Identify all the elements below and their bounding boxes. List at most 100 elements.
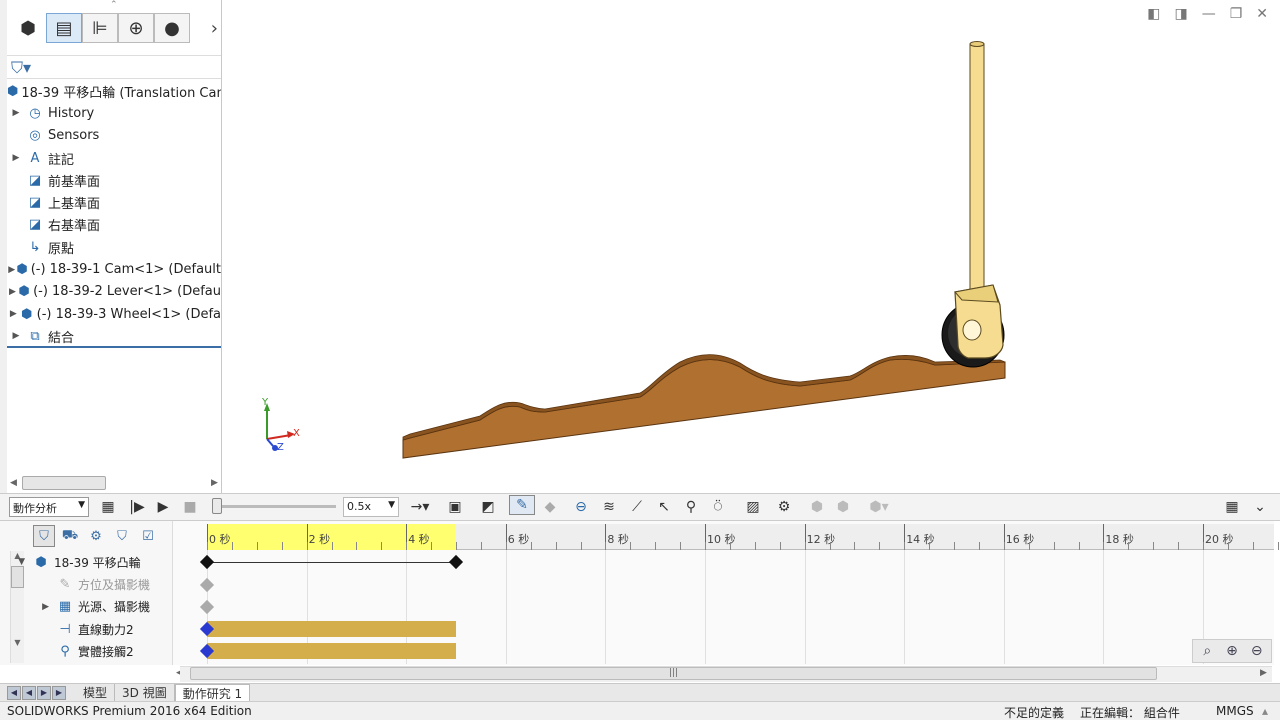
- add-key-icon[interactable]: ◆: [539, 497, 561, 517]
- units-status[interactable]: MMGS: [1216, 704, 1254, 718]
- zoom-in-icon[interactable]: ⊕: [1222, 641, 1243, 661]
- tree-item[interactable]: ▶ A 註記: [7, 147, 221, 169]
- expand-arrow-icon[interactable]: ▼: [7, 557, 31, 567]
- stop-icon[interactable]: ■: [180, 497, 200, 517]
- table-view-icon[interactable]: ▦: [1221, 497, 1243, 517]
- panel-resize-strip[interactable]: [0, 0, 7, 493]
- spring-icon[interactable]: ≋: [598, 497, 620, 517]
- expand-arrow-icon[interactable]: ▶: [7, 309, 20, 319]
- simulation-setup-icon[interactable]: ⬢▾: [860, 497, 898, 517]
- zoom-out-icon[interactable]: ⊖: [1246, 641, 1267, 661]
- study-properties-icon[interactable]: ⚙: [773, 497, 795, 517]
- expand-arrow-icon[interactable]: ▶: [7, 602, 55, 612]
- model-render[interactable]: [223, 0, 1280, 493]
- playback-speed-select[interactable]: 0.5x ▼: [343, 497, 399, 517]
- tree-item[interactable]: ▶ ⬢ (-) 18-39-1 Cam<1> (Default: [7, 258, 221, 280]
- tree-item-label: Sensors: [48, 128, 100, 144]
- prev-tab-icon[interactable]: ◀: [22, 685, 36, 700]
- expand-arrow-icon[interactable]: ▶: [7, 331, 25, 341]
- motion-tree-item[interactable]: ▶ ▦ 光源、攝影機: [7, 596, 172, 618]
- gravity-icon[interactable]: ⍥: [707, 497, 729, 517]
- configuration-manager-tab-icon[interactable]: ⊫: [82, 13, 118, 43]
- motion-tree-item[interactable]: ✎ 方位及攝影機: [7, 573, 172, 595]
- chevron-down-icon: ▼: [388, 500, 395, 510]
- units-menu-icon[interactable]: ▴: [1262, 704, 1268, 718]
- zoom-to-fit-icon[interactable]: ⌕: [1197, 641, 1218, 661]
- next-tab-icon[interactable]: ▶: [37, 685, 51, 700]
- damper-icon[interactable]: ⟋: [626, 497, 648, 517]
- property-manager-tab-icon[interactable]: ▤: [46, 13, 82, 43]
- ruler-minor-tick: [580, 542, 582, 550]
- calculate-icon[interactable]: ▦: [97, 497, 119, 517]
- feature-duration-bar[interactable]: [207, 643, 456, 659]
- time-tick-label: 10 秒: [707, 533, 736, 546]
- tree-filter[interactable]: ⛉▾: [7, 55, 221, 79]
- origin-icon: ↳: [29, 239, 41, 255]
- playback-mode-icon[interactable]: →▾: [404, 497, 436, 517]
- tree-rollback-bar[interactable]: [7, 346, 221, 348]
- study-type-select[interactable]: 動作分析 ▼: [9, 497, 89, 517]
- motor-icon[interactable]: ⊖: [570, 497, 592, 517]
- tree-item[interactable]: ▶ ◷ History: [7, 102, 221, 124]
- expand-manager-icon[interactable]: ⬢: [832, 497, 854, 517]
- expand-arrow-icon[interactable]: ▶: [7, 287, 18, 297]
- expand-arrow-icon[interactable]: ▶: [7, 153, 25, 163]
- display-manager-tab-icon[interactable]: ●: [154, 13, 190, 43]
- scroll-right-icon[interactable]: ▶: [211, 478, 218, 488]
- dimxpert-tab-icon[interactable]: ⊕: [118, 13, 154, 43]
- tab-model[interactable]: 模型: [76, 683, 116, 702]
- filter-driving-icon[interactable]: ⛟: [59, 525, 81, 547]
- play-from-start-icon[interactable]: |▶: [126, 497, 148, 517]
- filter-results-icon[interactable]: ⛉: [111, 525, 133, 547]
- tree-item[interactable]: ◎ Sensors: [7, 125, 221, 147]
- tree-item[interactable]: ◪ 上基準面: [7, 191, 221, 213]
- scroll-right-icon[interactable]: ▶: [1260, 668, 1267, 678]
- motion-tree-item[interactable]: ⚲ 實體接觸2: [7, 640, 172, 662]
- scroll-left-icon[interactable]: ◀: [10, 478, 17, 488]
- ruler-minor-tick: [729, 542, 731, 550]
- filter-icon[interactable]: ⛉▾: [11, 58, 31, 77]
- play-icon[interactable]: ▶: [153, 497, 173, 517]
- last-tab-icon[interactable]: ▶: [52, 685, 66, 700]
- tree-item[interactable]: ↳ 原點: [7, 236, 221, 258]
- playback-slider-track[interactable]: [212, 505, 336, 508]
- results-plots-icon[interactable]: ▨: [742, 497, 764, 517]
- tab-3d-view[interactable]: 3D 視圖: [115, 683, 175, 702]
- tree-root[interactable]: ⬢ 18-39 平移凸輪 (Translation Cam: [7, 80, 221, 102]
- save-animation-icon[interactable]: ▣: [444, 497, 466, 517]
- tab-motion-study[interactable]: 動作研究 1: [174, 683, 251, 702]
- part-icon: ⬢: [20, 306, 33, 322]
- chevron-right-icon[interactable]: ›: [211, 18, 218, 39]
- tree-horizontal-scrollbar[interactable]: [22, 476, 106, 490]
- tree-item[interactable]: ◪ 前基準面: [7, 169, 221, 191]
- filter-animating-icon[interactable]: ⛉: [33, 525, 55, 547]
- ruler-minor-tick: [555, 542, 557, 550]
- ruler-minor-tick: [829, 542, 831, 550]
- animation-wizard-icon[interactable]: ◩: [477, 497, 499, 517]
- tree-item[interactable]: ▶ ⬢ (-) 18-39-3 Wheel<1> (Defa: [7, 303, 221, 325]
- tree-item[interactable]: ▶ ⬢ (-) 18-39-2 Lever<1> (Defau: [7, 281, 221, 303]
- playback-slider-thumb[interactable]: [212, 498, 222, 514]
- tree-item[interactable]: ▶ ⧉ 結合: [7, 325, 221, 347]
- timeline-scroll-thumb[interactable]: |||: [190, 667, 1157, 680]
- definition-status[interactable]: 不足的定義: [1004, 704, 1064, 721]
- playback-speed-value: 0.5x: [347, 500, 372, 513]
- first-tab-icon[interactable]: ◀: [7, 685, 21, 700]
- expand-arrow-icon[interactable]: ▶: [7, 265, 16, 275]
- collapse-icon[interactable]: ⌄: [1250, 497, 1270, 517]
- contact-icon[interactable]: ⚲: [680, 497, 702, 517]
- tree-item[interactable]: ◪ 右基準面: [7, 214, 221, 236]
- panel-collapse-handle-icon[interactable]: ⌃: [110, 0, 118, 10]
- feature-manager-tab-icon[interactable]: ⬢: [10, 13, 46, 43]
- autokey-icon[interactable]: ✎: [509, 495, 535, 515]
- motion-tree-item[interactable]: ⊣ 直線動力2: [7, 618, 172, 640]
- auto-expand-icon[interactable]: ☑: [137, 525, 159, 547]
- expand-arrow-icon[interactable]: ▶: [7, 108, 25, 118]
- feature-duration-bar[interactable]: [207, 621, 456, 637]
- ruler-minor-tick: [356, 542, 358, 550]
- motion-tree-item[interactable]: ▼ ⬢ 18-39 平移凸輪: [7, 551, 172, 573]
- force-icon[interactable]: ↖: [653, 497, 675, 517]
- collapse-manager-icon[interactable]: ⬢: [806, 497, 828, 517]
- timeline-zoom-controls: ⌕ ⊕ ⊖: [1192, 639, 1272, 663]
- filter-selected-icon[interactable]: ⚙: [85, 525, 107, 547]
